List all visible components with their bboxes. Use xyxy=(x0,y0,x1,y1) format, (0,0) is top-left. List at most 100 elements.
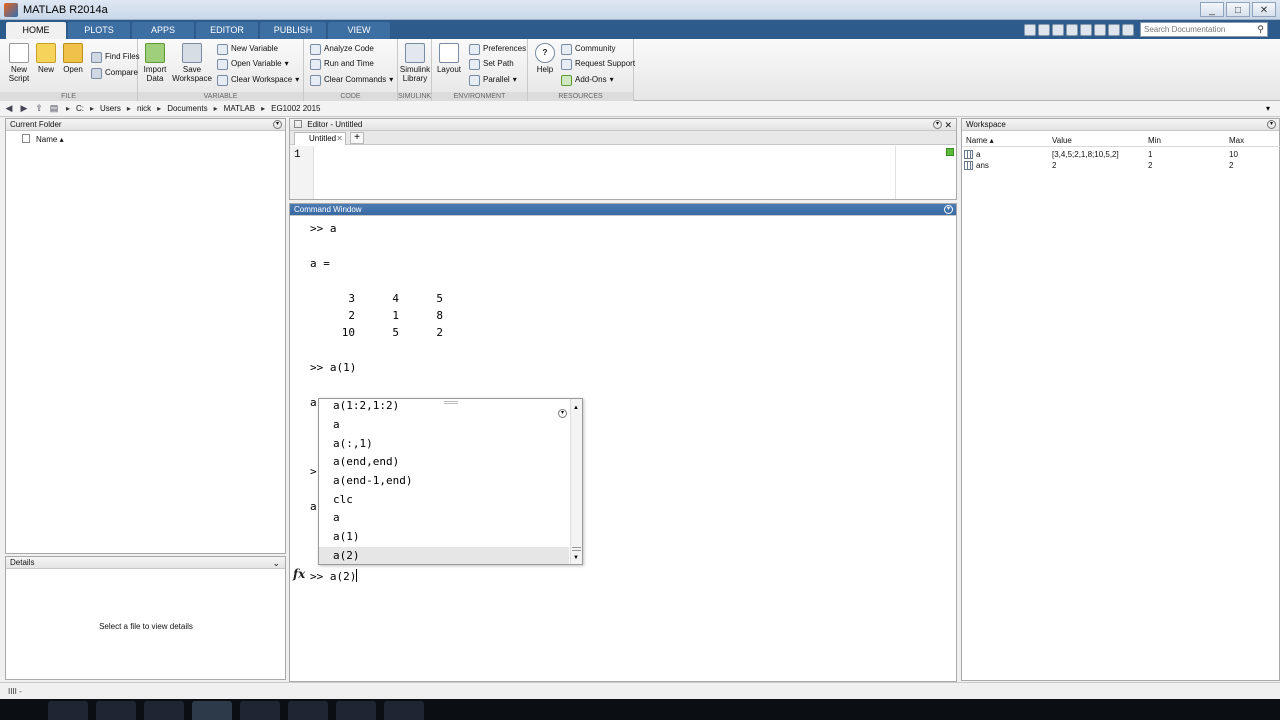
request-support-button[interactable]: Request Support xyxy=(561,57,635,71)
clear-workspace-button[interactable]: Clear Workspace ▾ xyxy=(217,73,299,87)
import-data-button[interactable]: Import Data xyxy=(138,43,172,83)
open-variable-button[interactable]: Open Variable ▾ xyxy=(217,57,289,71)
current-folder-address-bar: ◀ ▶ ⇧ ▤ ▸ C: ▸ Users ▸ nick ▸ Documents … xyxy=(0,101,1280,117)
column-header-max[interactable]: Max xyxy=(1229,136,1244,145)
column-header-min[interactable]: Min xyxy=(1148,136,1161,145)
minimize-button[interactable]: _ xyxy=(1200,2,1224,17)
output-line: a = xyxy=(310,257,330,270)
back-arrow-icon[interactable]: ◀ xyxy=(3,103,15,114)
maximize-button[interactable]: □ xyxy=(1226,2,1250,17)
add-ons-button[interactable]: Add-Ons ▾ xyxy=(561,73,614,87)
history-item[interactable]: a(:,1) xyxy=(333,437,373,450)
taskbar-item[interactable] xyxy=(48,701,88,720)
paste-icon[interactable] xyxy=(1066,23,1078,36)
up-folder-icon[interactable]: ⇧ xyxy=(33,103,45,114)
close-tab-icon[interactable]: ✕ xyxy=(336,133,343,145)
scroll-thumb[interactable] xyxy=(572,547,581,551)
close-icon[interactable]: ✕ xyxy=(944,119,952,131)
panel-actions-icon[interactable]: ▾ xyxy=(933,120,942,129)
browse-folder-icon[interactable]: ▤ xyxy=(48,103,60,114)
taskbar-item[interactable] xyxy=(192,701,232,720)
taskbar-item[interactable] xyxy=(288,701,328,720)
breadcrumb-item[interactable]: nick xyxy=(137,104,151,113)
tab-home[interactable]: HOME xyxy=(6,22,66,39)
column-header-value[interactable]: Value xyxy=(1052,136,1072,145)
code-analyzer-indicator-icon[interactable] xyxy=(946,148,954,156)
tab-plots[interactable]: PLOTS xyxy=(68,22,130,39)
breadcrumb-item[interactable]: Documents xyxy=(167,104,207,113)
set-path-button[interactable]: Set Path xyxy=(469,57,514,71)
column-header-name[interactable]: Name ▴ xyxy=(966,136,994,145)
history-item-selected[interactable]: a(2) xyxy=(319,547,569,564)
run-and-time-button[interactable]: Run and Time xyxy=(310,57,374,71)
copy-icon[interactable] xyxy=(1052,23,1064,36)
function-browser-icon[interactable]: fx xyxy=(293,567,305,581)
save-workspace-button[interactable]: Save Workspace xyxy=(172,43,212,83)
breadcrumb[interactable]: ▸ C: ▸ Users ▸ nick ▸ Documents ▸ MATLAB… xyxy=(66,104,320,113)
tab-view[interactable]: VIEW xyxy=(328,22,390,39)
status-bar: IIII - xyxy=(0,682,1280,699)
help-button[interactable]: ? Help xyxy=(528,43,562,74)
address-dropdown-icon[interactable]: ▾ xyxy=(1266,104,1270,113)
panel-actions-icon[interactable]: ▾ xyxy=(1267,120,1276,129)
switch-windows-icon[interactable] xyxy=(1108,23,1120,36)
search-icon[interactable]: ⚲ xyxy=(1257,23,1264,36)
find-files-button-row[interactable]: Find Files xyxy=(91,50,140,64)
history-item[interactable]: clc xyxy=(333,493,353,506)
parallel-button[interactable]: Parallel ▾ xyxy=(469,73,517,87)
new-variable-button[interactable]: New Variable xyxy=(217,42,278,56)
command-prompt-input[interactable]: >> a(2) xyxy=(310,569,358,583)
history-item[interactable]: a(1) xyxy=(333,530,360,543)
help-icon[interactable] xyxy=(1122,23,1134,36)
tab-untitled[interactable]: Untitled ✕ xyxy=(294,132,346,145)
taskbar-item[interactable] xyxy=(384,701,424,720)
panel-actions-icon[interactable]: ▾ xyxy=(273,120,282,129)
compare-button[interactable]: Compare xyxy=(91,66,138,80)
table-row[interactable]: a [3,4,5;2,1,8;10,5,2] 1 10 xyxy=(962,149,1280,160)
breadcrumb-item[interactable]: EG1002 2015 xyxy=(271,104,320,113)
search-documentation-field[interactable]: ⚲ xyxy=(1140,22,1268,37)
layout-button[interactable]: Layout xyxy=(432,43,466,74)
cut-icon[interactable] xyxy=(1038,23,1050,36)
simulink-library-button[interactable]: Simulink Library xyxy=(398,43,432,83)
history-item[interactable]: a xyxy=(333,418,340,431)
preferences-button[interactable]: Preferences xyxy=(469,42,526,56)
taskbar-item[interactable] xyxy=(144,701,184,720)
taskbar-item[interactable] xyxy=(336,701,376,720)
new-tab-button[interactable]: + xyxy=(350,132,364,144)
breadcrumb-item[interactable]: Users xyxy=(100,104,121,113)
breadcrumb-item[interactable]: C: xyxy=(76,104,84,113)
tab-apps[interactable]: APPS xyxy=(132,22,194,39)
panel-actions-icon[interactable]: ▾ xyxy=(944,205,953,214)
taskbar-item[interactable] xyxy=(240,701,280,720)
ribbon: New Script New Open Find Files Compare F… xyxy=(0,39,1280,101)
undo-icon[interactable] xyxy=(1080,23,1092,36)
search-input[interactable] xyxy=(1144,25,1254,34)
scroll-up-icon[interactable]: ▲ xyxy=(573,405,579,411)
analyze-code-button[interactable]: Analyze Code xyxy=(310,42,374,56)
resize-grip-icon[interactable] xyxy=(444,401,458,404)
breadcrumb-item[interactable]: MATLAB xyxy=(224,104,255,113)
close-button[interactable]: ✕ xyxy=(1252,2,1276,17)
history-item[interactable]: a(end-1,end) xyxy=(333,474,412,487)
find-files-icon xyxy=(91,51,102,63)
history-item[interactable]: a(1:2,1:2) xyxy=(333,399,399,412)
name-column-header[interactable]: Name ▴ xyxy=(36,135,64,144)
tab-publish[interactable]: PUBLISH xyxy=(260,22,326,39)
history-item[interactable]: a xyxy=(333,511,340,524)
chevron-down-icon[interactable]: ⌄ xyxy=(272,557,280,569)
save-icon[interactable] xyxy=(1024,23,1036,36)
taskbar-item[interactable] xyxy=(96,701,136,720)
open-button[interactable]: Open xyxy=(56,43,90,74)
history-item[interactable]: a(end,end) xyxy=(333,455,399,468)
history-scrollbar[interactable]: ▲ ▼ xyxy=(570,399,582,564)
community-button[interactable]: Community xyxy=(561,42,615,56)
table-row[interactable]: ans 2 2 2 xyxy=(962,160,1280,171)
scroll-down-icon[interactable]: ▼ xyxy=(573,555,579,561)
popup-actions-icon[interactable]: ▾ xyxy=(558,409,567,418)
forward-arrow-icon[interactable]: ▶ xyxy=(18,103,30,114)
editor-text-area[interactable] xyxy=(315,146,956,199)
redo-icon[interactable] xyxy=(1094,23,1106,36)
clear-commands-button[interactable]: Clear Commands ▾ xyxy=(310,73,393,87)
tab-editor[interactable]: EDITOR xyxy=(196,22,258,39)
